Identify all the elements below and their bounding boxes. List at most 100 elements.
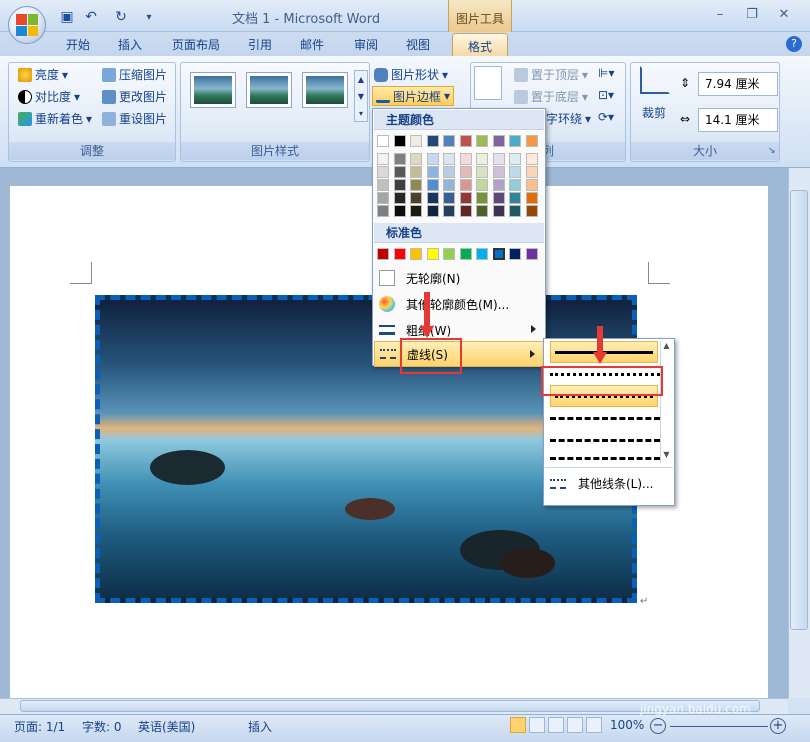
theme-color-shade-swatch[interactable] (410, 166, 422, 178)
theme-color-swatch[interactable] (476, 135, 488, 147)
theme-color-shade-swatch[interactable] (476, 153, 488, 165)
send-back-button[interactable]: 置于底层 ▾ (514, 88, 588, 105)
web-view-icon[interactable] (548, 717, 564, 733)
save-icon[interactable]: ▣ (58, 9, 76, 25)
theme-color-shade-swatch[interactable] (426, 166, 439, 178)
theme-color-shade-swatch[interactable] (509, 205, 521, 217)
bring-front-button[interactable]: 置于顶层 ▾ (514, 66, 588, 83)
zoom-in-icon[interactable]: + (770, 718, 786, 734)
theme-color-shade-swatch[interactable] (492, 153, 505, 165)
theme-color-shade-swatch[interactable] (476, 166, 488, 178)
picture-border-button[interactable]: 图片边框 ▾ (372, 86, 455, 106)
theme-color-swatch[interactable] (426, 135, 439, 147)
undo-icon[interactable]: ↶ (82, 9, 100, 25)
theme-color-shade-swatch[interactable] (509, 166, 521, 178)
standard-color-swatch[interactable] (509, 248, 521, 260)
theme-color-shade-swatch[interactable] (492, 179, 505, 191)
picture-shape-button[interactable]: 图片形状 ▾ (374, 66, 448, 83)
tab-review[interactable]: 审阅 (354, 36, 378, 53)
theme-color-swatch[interactable] (492, 135, 505, 147)
align-icon[interactable]: ⊫▾ (598, 66, 618, 82)
group-objects-icon[interactable]: ⊡▾ (598, 88, 618, 104)
theme-color-shade-swatch[interactable] (459, 166, 472, 178)
theme-color-shade-swatch[interactable] (377, 179, 389, 191)
tab-mailings[interactable]: 邮件 (300, 36, 324, 53)
zoom-level[interactable]: 100% (610, 718, 644, 732)
theme-color-swatch[interactable] (525, 135, 538, 147)
brightness-button[interactable]: 亮度 ▾ (18, 66, 68, 83)
theme-color-shade-swatch[interactable] (476, 205, 488, 217)
more-lines-item[interactable]: 其他线条(L)... (550, 475, 654, 492)
help-icon[interactable]: ? (786, 36, 802, 52)
wrap-text-button[interactable]: 字环绕 ▾ (546, 110, 591, 127)
theme-color-shade-swatch[interactable] (525, 153, 538, 165)
theme-color-shade-swatch[interactable] (393, 205, 406, 217)
theme-color-shade-swatch[interactable] (459, 205, 472, 217)
theme-color-shade-swatch[interactable] (410, 192, 422, 204)
redo-icon[interactable]: ↻ (112, 9, 130, 25)
theme-color-shade-swatch[interactable] (393, 153, 406, 165)
theme-color-shade-swatch[interactable] (377, 205, 389, 217)
theme-color-shade-swatch[interactable] (509, 179, 521, 191)
theme-color-shade-swatch[interactable] (492, 192, 505, 204)
theme-color-shade-swatch[interactable] (525, 205, 538, 217)
zoom-slider[interactable] (670, 726, 768, 727)
vertical-scroll-thumb[interactable] (790, 190, 808, 630)
style-thumb-1[interactable] (190, 72, 236, 108)
standard-color-swatch[interactable] (525, 248, 538, 260)
recolor-button[interactable]: 重新着色 ▾ (18, 110, 92, 127)
tab-view[interactable]: 视图 (406, 36, 430, 53)
standard-color-swatch[interactable] (492, 248, 505, 260)
theme-color-shade-swatch[interactable] (410, 205, 422, 217)
office-button[interactable] (8, 6, 46, 44)
style-thumb-2[interactable] (246, 72, 292, 108)
theme-color-swatch[interactable] (410, 135, 422, 147)
status-page[interactable]: 页面: 1/1 (14, 718, 65, 735)
theme-color-swatch[interactable] (393, 135, 406, 147)
theme-color-shade-swatch[interactable] (393, 179, 406, 191)
dash-dash[interactable] (550, 407, 660, 429)
status-language[interactable]: 英语(美国) (138, 718, 195, 735)
close-button[interactable]: ✕ (776, 8, 792, 22)
theme-color-shade-swatch[interactable] (443, 166, 455, 178)
tab-home[interactable]: 开始 (66, 36, 90, 53)
standard-color-swatch[interactable] (410, 248, 422, 260)
compress-button[interactable]: 压缩图片 (102, 66, 167, 83)
theme-color-shade-swatch[interactable] (492, 166, 505, 178)
more-outline-colors-item[interactable]: 其他轮廓颜色(M)... (374, 291, 544, 317)
theme-color-shade-swatch[interactable] (443, 179, 455, 191)
size-dialog-launcher-icon[interactable]: ↘ (768, 146, 776, 156)
theme-color-shade-swatch[interactable] (459, 179, 472, 191)
theme-color-shade-swatch[interactable] (525, 166, 538, 178)
dash-list-scroll[interactable]: ▲ ▼ (660, 341, 672, 463)
theme-color-shade-swatch[interactable] (476, 192, 488, 204)
status-insert-mode[interactable]: 插入 (248, 718, 272, 735)
theme-color-shade-swatch[interactable] (443, 205, 455, 217)
theme-color-swatch[interactable] (443, 135, 455, 147)
theme-color-shade-swatch[interactable] (525, 192, 538, 204)
theme-color-shade-swatch[interactable] (426, 192, 439, 204)
theme-color-shade-swatch[interactable] (377, 192, 389, 204)
theme-color-shade-swatch[interactable] (426, 205, 439, 217)
minimize-button[interactable]: – (712, 8, 728, 22)
theme-color-shade-swatch[interactable] (426, 153, 439, 165)
theme-color-shade-swatch[interactable] (443, 192, 455, 204)
qat-customize-icon[interactable]: ▾ (140, 9, 158, 25)
theme-color-swatch[interactable] (459, 135, 472, 147)
theme-color-shade-swatch[interactable] (476, 179, 488, 191)
style-gallery-scroll[interactable]: ▲ ▼ ▾ (354, 70, 368, 122)
theme-color-swatch[interactable] (509, 135, 521, 147)
height-field[interactable]: 7.94 厘米 (698, 72, 778, 96)
theme-color-shade-swatch[interactable] (377, 166, 389, 178)
tab-insert[interactable]: 插入 (118, 36, 142, 53)
theme-color-shade-swatch[interactable] (377, 153, 389, 165)
print-layout-icon[interactable] (510, 717, 526, 733)
theme-color-shade-swatch[interactable] (492, 205, 505, 217)
reset-picture-button[interactable]: 重设图片 (102, 110, 167, 127)
theme-color-shade-swatch[interactable] (410, 179, 422, 191)
change-picture-button[interactable]: 更改图片 (102, 88, 167, 105)
theme-color-shade-swatch[interactable] (459, 153, 472, 165)
theme-color-shade-swatch[interactable] (393, 166, 406, 178)
crop-button[interactable]: 裁剪 (642, 104, 666, 121)
theme-color-shade-swatch[interactable] (459, 192, 472, 204)
